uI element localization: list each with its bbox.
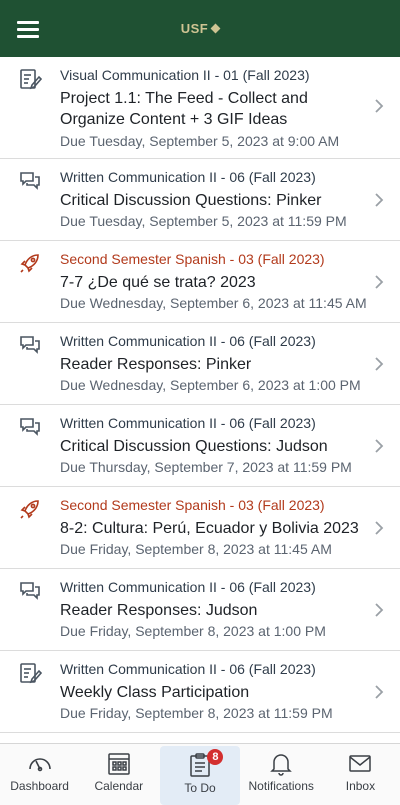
tab-label: Notifications — [248, 779, 314, 793]
course-name: Written Communication II - 06 (Fall 2023… — [60, 169, 316, 185]
assignment-title: Critical Discussion Questions: Judson — [60, 438, 328, 455]
assignment-title: Weekly Class Participation — [60, 684, 250, 701]
tab-notifications[interactable]: Notifications — [242, 744, 321, 805]
course-name: Visual Communication II - 01 (Fall 2023) — [60, 67, 310, 83]
assignment-icon — [20, 663, 42, 684]
todo-item[interactable]: Visual Communication II - 01 (Fall 2023)… — [0, 57, 400, 159]
todo-item[interactable]: Second Semester Spanish - 03 (Fall 2023)… — [0, 241, 400, 323]
calendar-icon — [108, 753, 130, 775]
tab-dashboard[interactable]: Dashboard — [0, 744, 79, 805]
chevron-right-icon — [375, 521, 384, 535]
course-name: Written Communication II - 06 (Fall 2023… — [60, 415, 316, 431]
due-date: Due Friday, September 8, 2023 at 11:45 A… — [60, 541, 332, 557]
logo-text: USF — [180, 21, 209, 36]
dashboard-icon — [28, 758, 51, 772]
due-date: Due Friday, September 8, 2023 at 1:00 PM — [60, 623, 326, 639]
due-date: Due Friday, September 8, 2023 at 11:59 P… — [60, 705, 333, 721]
todo-count-badge: 8 — [207, 749, 224, 765]
bell-icon — [270, 754, 293, 776]
chevron-right-icon — [375, 439, 384, 453]
assignment-title: Reader Responses: Pinker — [60, 356, 252, 373]
bottom-tab-bar: Dashboard Calendar 8 To Do Notifications… — [0, 743, 400, 805]
todo-item[interactable]: Written Communication II - 06 (Fall 2023… — [0, 323, 400, 405]
course-name: Written Communication II - 06 (Fall 2023… — [60, 333, 316, 349]
discussion-icon — [20, 336, 40, 354]
assignment-title: Reader Responses: Judson — [60, 602, 258, 619]
course-name: Written Communication II - 06 (Fall 2023… — [60, 661, 316, 677]
chevron-right-icon — [375, 685, 384, 699]
todo-item[interactable]: Written Communication II - 06 (Fall 2023… — [0, 159, 400, 241]
tab-inbox[interactable]: Inbox — [321, 744, 400, 805]
tab-label: To Do — [184, 781, 216, 795]
chevron-right-icon — [375, 275, 384, 289]
assignment-title: 8-2: Cultura: Perú, Ecuador y Bolivia 20… — [60, 520, 359, 537]
rocket-icon — [20, 500, 39, 519]
assignment-icon — [20, 69, 42, 90]
top-bar: USF — [0, 0, 400, 57]
tab-calendar[interactable]: Calendar — [79, 744, 158, 805]
due-date: Due Wednesday, September 6, 2023 at 11:4… — [60, 295, 367, 311]
course-name: Second Semester Spanish - 03 (Fall 2023) — [60, 497, 325, 513]
usf-logo: USF — [180, 21, 221, 36]
todo-item[interactable]: Written Communication II - 06 (Fall 2023… — [0, 569, 400, 651]
due-date: Due Thursday, September 7, 2023 at 11:59… — [60, 459, 352, 475]
rocket-icon — [20, 254, 39, 273]
due-date: Due Wednesday, September 6, 2023 at 1:00… — [60, 377, 361, 393]
discussion-icon — [20, 418, 40, 436]
hamburger-menu-icon[interactable] — [17, 21, 41, 39]
tab-label: Dashboard — [10, 779, 69, 793]
discussion-icon — [20, 582, 40, 600]
todo-item[interactable]: Written Communication II - 06 (Fall 2023… — [0, 651, 400, 733]
due-date: Due Tuesday, September 5, 2023 at 11:59 … — [60, 213, 347, 229]
logo-diamond-icon — [210, 23, 221, 34]
chevron-right-icon — [375, 99, 384, 113]
discussion-icon — [20, 172, 40, 190]
chevron-right-icon — [375, 357, 384, 371]
chevron-right-icon — [375, 193, 384, 207]
assignment-title: Critical Discussion Questions: Pinker — [60, 192, 322, 209]
due-date: Due Tuesday, September 5, 2023 at 9:00 A… — [60, 133, 340, 149]
todo-list: Visual Communication II - 01 (Fall 2023)… — [0, 57, 400, 743]
course-name: Second Semester Spanish - 03 (Fall 2023) — [60, 251, 325, 267]
tab-todo[interactable]: 8 To Do — [160, 746, 240, 805]
assignment-title: 7-7 ¿De qué se trata? 2023 — [60, 274, 256, 291]
tab-label: Calendar — [94, 779, 144, 793]
chevron-right-icon — [375, 603, 384, 617]
assignment-title: Project 1.1: The Feed - Collect and Orga… — [60, 90, 308, 128]
todo-item[interactable]: Second Semester Spanish - 03 (Fall 2023)… — [0, 487, 400, 569]
inbox-icon — [349, 755, 372, 772]
course-name: Written Communication II - 06 (Fall 2023… — [60, 579, 316, 595]
tab-label: Inbox — [345, 779, 376, 793]
todo-item[interactable]: Written Communication II - 06 (Fall 2023… — [0, 405, 400, 487]
